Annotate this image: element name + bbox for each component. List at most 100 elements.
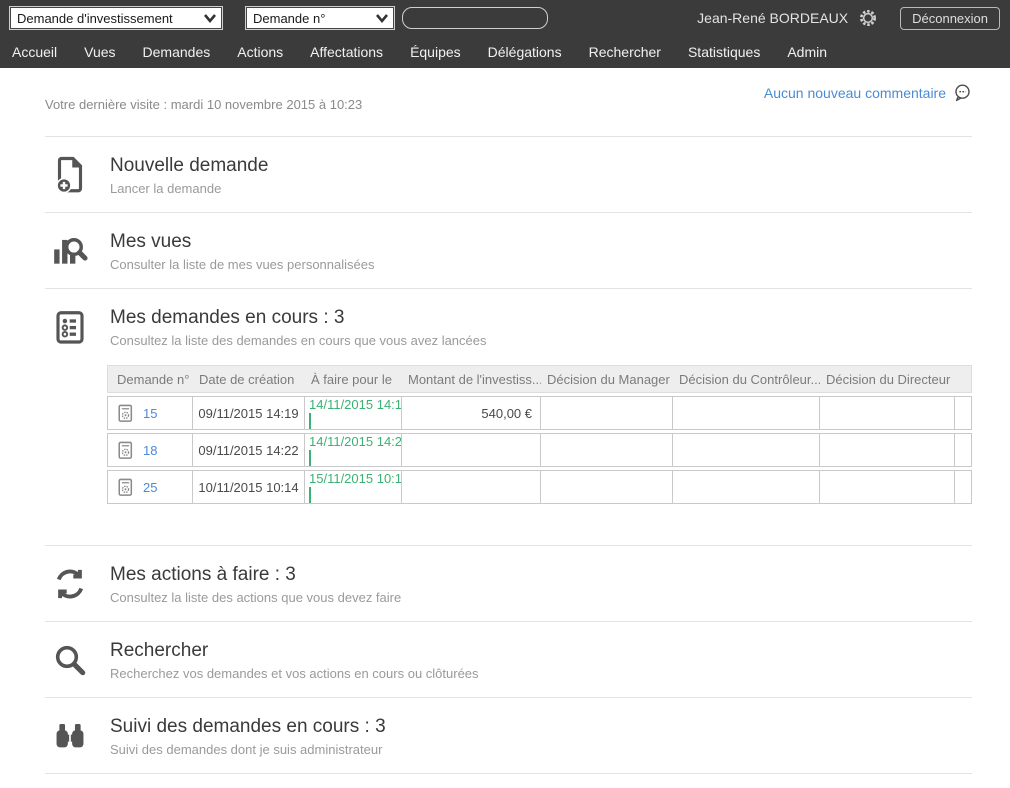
- main-nav: Accueil Vues Demandes Actions Affectatio…: [0, 36, 1010, 68]
- col-header-controleur[interactable]: Décision du Contrôleur...: [673, 365, 820, 393]
- table-row: 15 09/11/2015 14:19 14/11/2015 14:19 540…: [107, 396, 972, 430]
- nav-item-actions[interactable]: Actions: [237, 44, 283, 60]
- amount-cell: [402, 470, 541, 504]
- chevron-down-icon: [374, 11, 390, 25]
- spacer-cell: [955, 433, 972, 467]
- checklist-icon: [45, 304, 95, 350]
- app-header: Demande d'investissement Demande n° Jean…: [0, 0, 1010, 68]
- main-content: Aucun nouveau commentaire Votre dernière…: [0, 68, 1010, 788]
- document-gear-icon: [117, 478, 134, 497]
- section-subtitle: Consultez la liste des demandes en cours…: [110, 333, 487, 348]
- due-progress-bar: [309, 487, 311, 504]
- section-subtitle: Consulter la liste de mes vues personnal…: [110, 257, 374, 272]
- due-date-link[interactable]: 15/11/2015 10:14: [309, 471, 402, 486]
- logout-button[interactable]: Déconnexion: [900, 7, 1000, 30]
- spacer-cell: [955, 470, 972, 504]
- col-header-creation[interactable]: Date de création: [193, 365, 305, 393]
- section-link[interactable]: Mes vues Consulter la liste de mes vues …: [45, 228, 972, 274]
- col-header-directeur[interactable]: Décision du Directeur: [820, 365, 955, 393]
- created-date: 09/11/2015 14:19: [193, 396, 305, 430]
- topbar: Demande d'investissement Demande n° Jean…: [0, 0, 1010, 36]
- section-subtitle: Recherchez vos demandes et vos actions e…: [110, 666, 479, 681]
- request-id-link[interactable]: 15: [143, 406, 157, 421]
- section-mes-demandes: Mes demandes en cours : 3 Consultez la l…: [45, 289, 972, 546]
- amount-cell: 540,00 €: [402, 396, 541, 430]
- nav-item-demandes[interactable]: Demandes: [143, 44, 211, 60]
- section-title[interactable]: Nouvelle demande: [110, 155, 268, 177]
- due-date-link[interactable]: 14/11/2015 14:19: [309, 397, 402, 412]
- section-nouvelle-demande: Nouvelle demande Lancer la demande: [45, 137, 972, 213]
- director-decision-cell: [820, 396, 955, 430]
- table-header-row: Demande n° Date de création À faire pour…: [107, 365, 972, 393]
- binoculars-icon: [45, 713, 95, 759]
- section-link[interactable]: Mes demandes en cours : 3 Consultez la l…: [45, 304, 972, 350]
- amount-cell: [402, 433, 541, 467]
- controller-decision-cell: [673, 433, 820, 467]
- section-link[interactable]: Rechercher Recherchez vos demandes et vo…: [45, 637, 972, 683]
- doc-type-select[interactable]: Demande d'investissement: [10, 7, 222, 29]
- sync-arrows-icon: [45, 561, 95, 607]
- speech-bubble-icon: [953, 83, 972, 102]
- search-input[interactable]: [402, 7, 548, 29]
- nav-item-vues[interactable]: Vues: [84, 44, 115, 60]
- section-title[interactable]: Mes vues: [110, 231, 374, 253]
- section-title[interactable]: Mes actions à faire : 3: [110, 564, 401, 586]
- section-subtitle: Suivi des demandes dont je suis administ…: [110, 742, 386, 757]
- spacer-cell: [955, 396, 972, 430]
- section-title[interactable]: Mes demandes en cours : 3: [110, 307, 487, 329]
- section-link[interactable]: Suivi des demandes en cours : 3 Suivi de…: [45, 713, 972, 759]
- nav-item-admin[interactable]: Admin: [787, 44, 827, 60]
- comments-link-label: Aucun nouveau commentaire: [764, 85, 946, 101]
- section-mes-vues: Mes vues Consulter la liste de mes vues …: [45, 213, 972, 289]
- section-suivi-demandes: Suivi des demandes en cours : 3 Suivi de…: [45, 698, 972, 774]
- due-date-link[interactable]: 14/11/2015 14:22: [309, 434, 402, 449]
- nav-item-delegations[interactable]: Délégations: [488, 44, 562, 60]
- section-mes-actions: Mes actions à faire : 3 Consultez la lis…: [45, 546, 972, 622]
- file-plus-icon: [45, 152, 95, 198]
- director-decision-cell: [820, 433, 955, 467]
- nav-item-equipes[interactable]: Équipes: [410, 44, 461, 60]
- document-gear-icon: [117, 404, 134, 423]
- created-date: 09/11/2015 14:22: [193, 433, 305, 467]
- doc-type-select-value: Demande d'investissement: [17, 11, 173, 26]
- section-title[interactable]: Rechercher: [110, 640, 479, 662]
- created-date: 10/11/2015 10:14: [193, 470, 305, 504]
- comments-link[interactable]: Aucun nouveau commentaire: [764, 83, 972, 102]
- col-header-demande[interactable]: Demande n°: [107, 365, 193, 393]
- col-header-montant[interactable]: Montant de l'investiss...: [402, 365, 541, 393]
- section-subtitle: Lancer la demande: [110, 181, 268, 196]
- chevron-down-icon: [202, 11, 218, 25]
- col-header-due[interactable]: À faire pour le: [305, 365, 402, 393]
- manager-decision-cell: [541, 396, 673, 430]
- magnifier-icon: [45, 637, 95, 683]
- controller-decision-cell: [673, 470, 820, 504]
- due-progress-bar: [309, 413, 311, 430]
- last-visit-text: Votre dernière visite : mardi 10 novembr…: [45, 68, 972, 137]
- director-decision-cell: [820, 470, 955, 504]
- due-progress-bar: [309, 450, 311, 467]
- search-field-select[interactable]: Demande n°: [246, 7, 394, 29]
- col-header-manager[interactable]: Décision du Manager: [541, 365, 673, 393]
- section-link[interactable]: Mes actions à faire : 3 Consultez la lis…: [45, 561, 972, 607]
- manager-decision-cell: [541, 433, 673, 467]
- manager-decision-cell: [541, 470, 673, 504]
- nav-item-rechercher[interactable]: Rechercher: [589, 44, 661, 60]
- nav-item-statistiques[interactable]: Statistiques: [688, 44, 760, 60]
- user-name: Jean-René BORDEAUX: [697, 10, 848, 26]
- nav-item-accueil[interactable]: Accueil: [12, 44, 57, 60]
- gear-icon[interactable]: [858, 8, 878, 28]
- section-title[interactable]: Suivi des demandes en cours : 3: [110, 716, 386, 738]
- request-id-link[interactable]: 18: [143, 443, 157, 458]
- col-header-spacer: [955, 365, 972, 393]
- section-suivi-actions: Suivi des actions en cours : 3 Suivi des…: [45, 774, 972, 788]
- controller-decision-cell: [673, 396, 820, 430]
- section-link[interactable]: Nouvelle demande Lancer la demande: [45, 152, 972, 198]
- search-field-select-value: Demande n°: [253, 11, 325, 26]
- section-rechercher: Rechercher Recherchez vos demandes et vo…: [45, 622, 972, 698]
- requests-table: Demande n° Date de création À faire pour…: [107, 362, 972, 507]
- table-row: 25 10/11/2015 10:14 15/11/2015 10:14: [107, 470, 972, 504]
- request-id-link[interactable]: 25: [143, 480, 157, 495]
- table-row: 18 09/11/2015 14:22 14/11/2015 14:22: [107, 433, 972, 467]
- section-subtitle: Consultez la liste des actions que vous …: [110, 590, 401, 605]
- nav-item-affectations[interactable]: Affectations: [310, 44, 383, 60]
